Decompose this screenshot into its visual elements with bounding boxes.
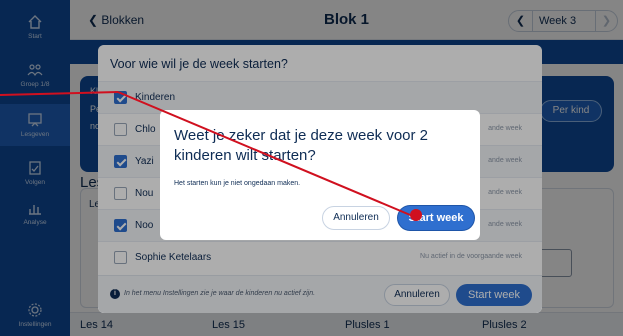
- confirm-title: Weet je zeker dat je deze week voor 2 ki…: [174, 127, 429, 164]
- confirm-dialog: Weet je zeker dat je deze week voor 2 ki…: [160, 110, 480, 240]
- confirm-subtitle: Het starten kun je niet ongedaan maken.: [174, 180, 301, 187]
- confirm-start-week-button[interactable]: Start week: [398, 206, 474, 230]
- confirm-cancel-button[interactable]: Annuleren: [322, 206, 390, 230]
